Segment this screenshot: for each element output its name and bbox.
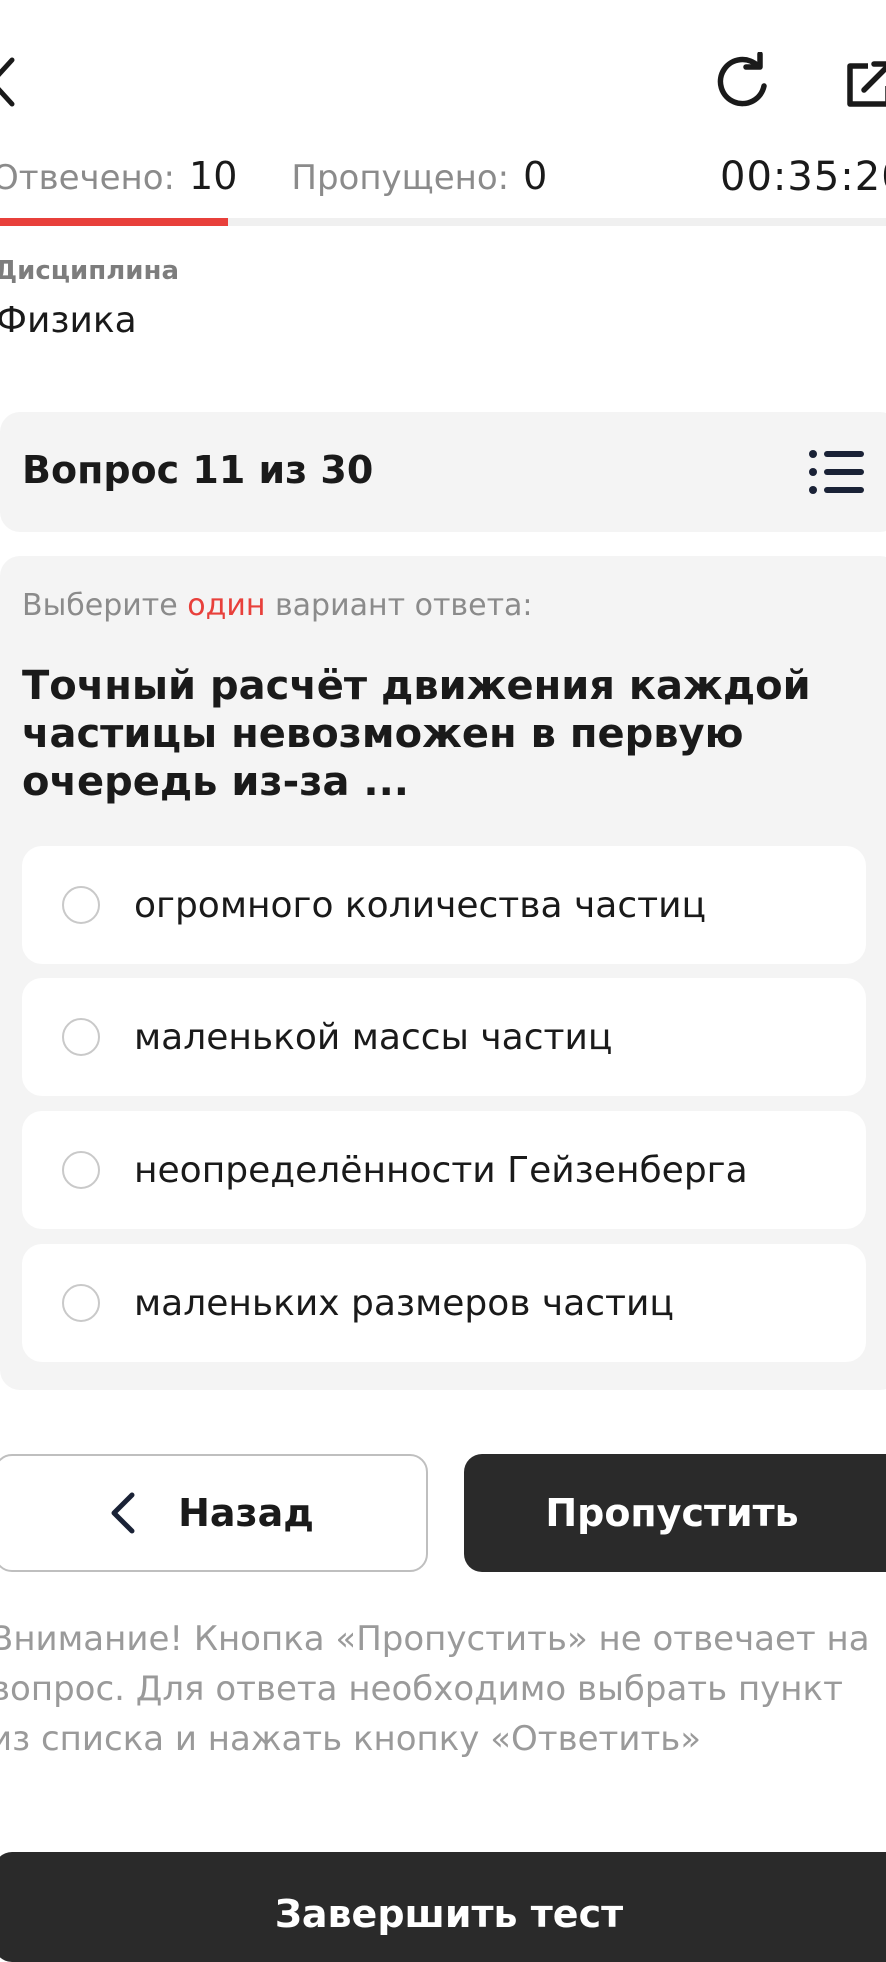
option-label: огромного количества частиц <box>134 884 706 926</box>
question-number: Вопрос 11 из 30 <box>22 448 374 492</box>
instruction-suffix: вариант ответа: <box>265 588 533 623</box>
question-text: Точный расчёт движения каждой частицы не… <box>22 663 811 805</box>
answer-option[interactable]: маленькой массы частиц <box>22 978 866 1096</box>
discipline-label: Дисциплина <box>0 256 180 286</box>
radio-button[interactable] <box>62 1018 100 1056</box>
option-label: маленьких размеров частиц <box>134 1282 674 1324</box>
timer: 00:35:20 <box>720 154 886 200</box>
reload-icon[interactable] <box>712 52 772 112</box>
instruction-accent: один <box>187 588 266 623</box>
back-icon[interactable] <box>0 56 20 108</box>
back-button[interactable]: Назад <box>0 1454 428 1572</box>
stats-row: Отвечено: 10 Пропущено: 0 <box>0 154 547 198</box>
radio-button[interactable] <box>62 886 100 924</box>
progress-bar <box>0 218 886 226</box>
chevron-left-icon <box>111 1492 135 1534</box>
radio-button[interactable] <box>62 1151 100 1189</box>
list-icon[interactable] <box>808 448 864 496</box>
back-button-label: Назад <box>178 1491 314 1535</box>
answered-label: Отвечено: <box>0 158 176 198</box>
option-label: маленькой массы частиц <box>134 1016 613 1058</box>
warning-text: Внимание! Кнопка «Пропустить» не отвечае… <box>0 1619 870 1759</box>
skipped-count: 0 <box>523 154 548 198</box>
instruction-text: Выберите один вариант ответа: <box>22 588 533 623</box>
external-link-icon[interactable] <box>842 58 886 112</box>
answer-option[interactable]: огромного количества частиц <box>22 846 866 964</box>
answer-option[interactable]: маленьких размеров частиц <box>22 1244 866 1362</box>
option-label: неопределённости Гейзенберга <box>134 1149 748 1191</box>
answer-option[interactable]: неопределённости Гейзенберга <box>22 1111 866 1229</box>
radio-button[interactable] <box>62 1284 100 1322</box>
finish-test-button[interactable]: Завершить тест <box>0 1852 886 1962</box>
finish-button-label: Завершить тест <box>274 1892 624 1936</box>
skip-button-label: Пропустить <box>545 1491 799 1535</box>
progress-fill <box>0 218 228 226</box>
skip-button[interactable]: Пропустить <box>464 1454 886 1572</box>
skipped-label: Пропущено: <box>291 158 510 198</box>
instruction-prefix: Выберите <box>22 588 188 623</box>
answered-count: 10 <box>189 154 238 198</box>
discipline-value: Физика <box>0 300 137 341</box>
